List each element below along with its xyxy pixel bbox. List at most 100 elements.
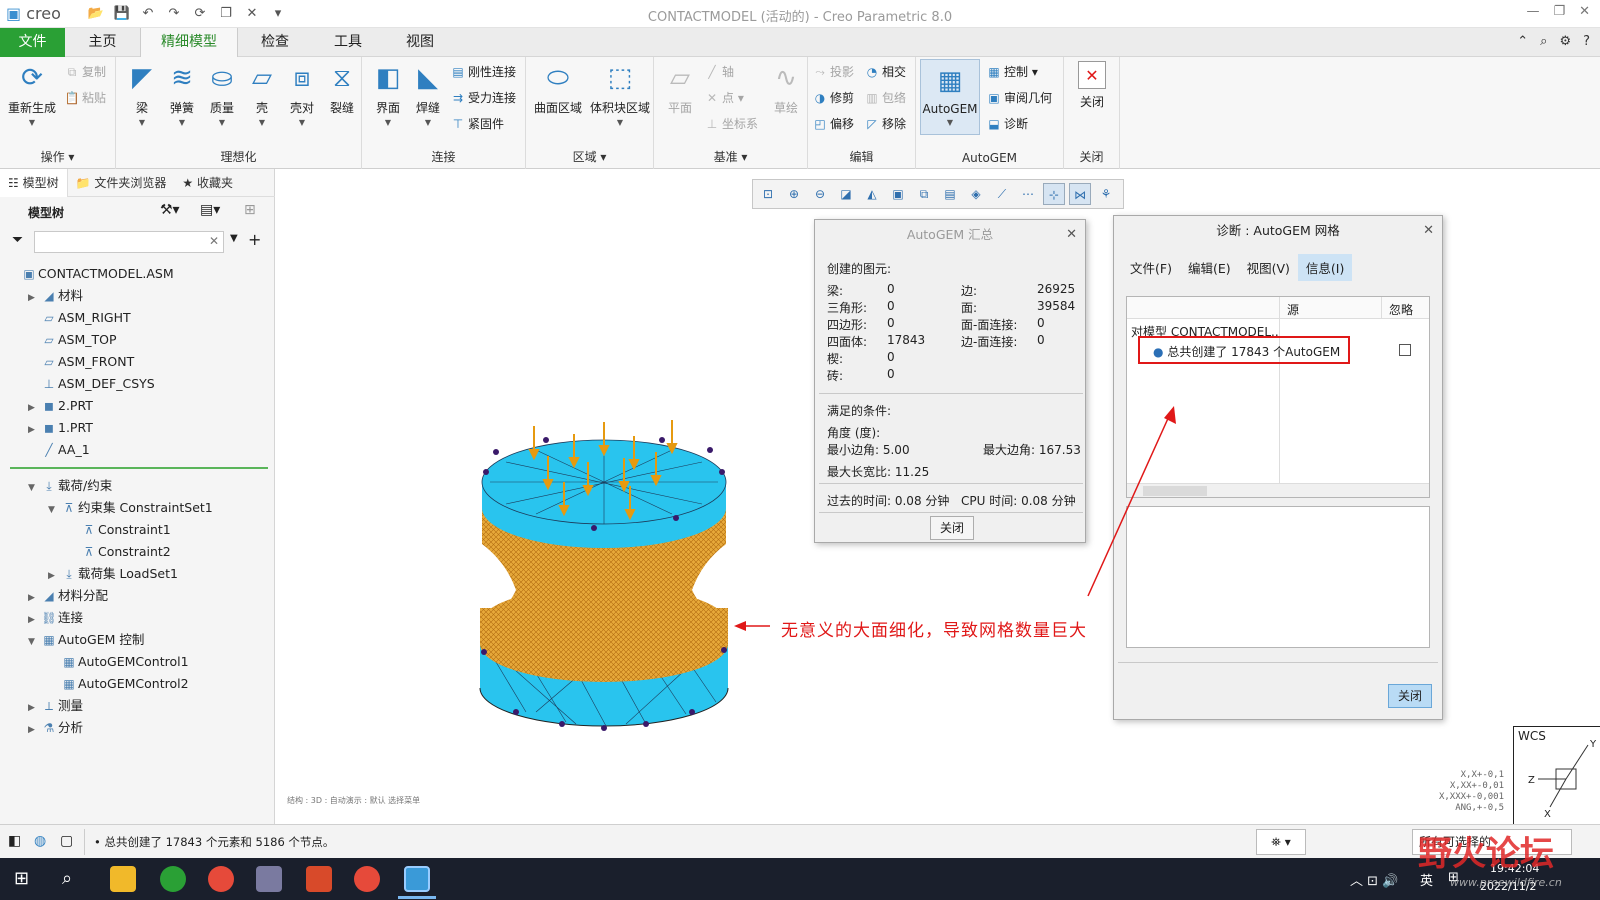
view-manager-icon[interactable]: ▤ <box>939 183 961 205</box>
chrome-icon[interactable] <box>208 866 234 892</box>
display-style-icon[interactable]: ▣ <box>887 183 909 205</box>
close-icon[interactable]: ✕ <box>1066 220 1077 250</box>
menu-file[interactable]: 文件(F) <box>1122 254 1180 281</box>
menu-info[interactable]: 信息(I) <box>1297 254 1353 281</box>
expand-toggle-icon[interactable]: ▶ <box>28 719 40 741</box>
search-icon[interactable]: ⌕ <box>62 868 72 889</box>
search-icon[interactable]: ⌕ <box>1540 34 1547 49</box>
help-icon[interactable]: ? <box>1583 34 1590 49</box>
mass-button[interactable]: ⛀ 质量 ▼ <box>200 61 244 127</box>
tab-favorites[interactable]: ★ 收藏夹 <box>174 169 241 197</box>
project-button[interactable]: ⤳ 投影 <box>812 61 854 83</box>
axis-button[interactable]: ╱ 轴 <box>704 61 734 83</box>
expand-toggle-icon[interactable]: ▶ <box>28 697 40 719</box>
weighted-link-button[interactable]: ⇉ 受力连接 <box>450 87 516 109</box>
group-label-region[interactable]: 区域 ▾ <box>526 148 653 165</box>
shell-button[interactable]: ▱ 壳 ▼ <box>240 61 284 127</box>
find-button[interactable]: ⛯ ▾ <box>1256 829 1306 855</box>
perspective-icon[interactable]: ◭ <box>861 183 883 205</box>
volume-region-button[interactable]: ⬚ 体积块区域 ▼ <box>588 61 652 127</box>
tree-item[interactable]: ▱ ASM_RIGHT <box>0 307 130 329</box>
tree-filter-menu-icon[interactable]: ▤▾ <box>200 202 220 218</box>
tab-folder-browser[interactable]: 📁 文件夹浏览器 <box>68 169 175 197</box>
point-button[interactable]: ✕ 点 ▾ <box>704 87 744 109</box>
close-icon[interactable]: ✕ <box>1579 4 1590 19</box>
mesh-model[interactable] <box>476 412 732 748</box>
windows-start-icon[interactable]: ⊞ <box>14 868 29 889</box>
trim-button[interactable]: ◑ 修剪 <box>812 87 854 109</box>
tree-item[interactable]: ▦ AutoGEMControl1 <box>0 651 188 673</box>
office-icon[interactable] <box>306 866 332 892</box>
tree-item[interactable]: ⊼ Constraint1 <box>0 519 171 541</box>
mesh-display-icon[interactable]: ⋈ <box>1069 183 1091 205</box>
copy-button[interactable]: ⧉ 复制 <box>64 61 106 83</box>
expand-toggle-icon[interactable]: ▼ <box>28 631 40 653</box>
expand-toggle-icon[interactable]: ▶ <box>28 587 40 609</box>
ignore-checkbox[interactable] <box>1399 344 1411 356</box>
tree-item[interactable]: ▣ CONTACTMODEL.ASM <box>0 263 173 285</box>
menu-edit[interactable]: 编辑(E) <box>1180 254 1239 281</box>
intersect-button[interactable]: ◔ 相交 <box>864 61 906 83</box>
fullscreen-toggle-icon[interactable]: ▢ <box>60 833 73 849</box>
simulation-display-icon[interactable]: ⚘ <box>1095 183 1117 205</box>
expand-toggle-icon[interactable]: ▶ <box>28 287 40 309</box>
tree-item[interactable]: ▶ ◼ 2.PRT <box>0 395 93 417</box>
minimize-icon[interactable]: — <box>1526 4 1539 19</box>
repaint-icon[interactable]: ◪ <box>835 183 857 205</box>
csys-button[interactable]: ⊥ 坐标系 <box>704 113 758 135</box>
group-label-operations[interactable]: 操作 ▾ <box>0 148 115 165</box>
plane-button[interactable]: ▱ 平面 <box>658 61 702 116</box>
autogem-control-button[interactable]: ▦ 控制 ▾ <box>986 61 1038 83</box>
creo-taskbar-icon[interactable] <box>404 866 430 892</box>
interface-button[interactable]: ◧ 界面 ▼ <box>366 61 410 127</box>
app-green-icon[interactable] <box>160 866 186 892</box>
search-options-icon[interactable]: ▼ <box>230 233 238 244</box>
diagnostics-button[interactable]: ⬓ 诊断 <box>986 113 1028 135</box>
browser-toggle-icon[interactable]: ◍ <box>34 833 46 849</box>
tree-item[interactable]: ▼ ⊼ 约束集 ConstraintSet1 <box>0 497 213 519</box>
regenerate-button[interactable]: ⟳ 重新生成 ▼ <box>6 61 58 127</box>
remove-button[interactable]: ◸ 移除 <box>864 113 906 135</box>
app-icon[interactable] <box>256 866 282 892</box>
navigator-toggle-icon[interactable]: ◧ <box>8 833 21 849</box>
tab-file[interactable]: 文件 <box>0 28 65 57</box>
tab-tools[interactable]: 工具 <box>312 28 384 57</box>
datum-display-icon[interactable]: ⋯ <box>1017 183 1039 205</box>
review-geometry-button[interactable]: ▣ 审阅几何 <box>986 87 1052 109</box>
collapse-ribbon-icon[interactable]: ⌃ <box>1517 34 1528 49</box>
maximize-icon[interactable]: ❐ <box>1553 4 1565 19</box>
offset-button[interactable]: ◰ 偏移 <box>812 113 854 135</box>
clear-icon[interactable]: ✕ <box>209 234 219 248</box>
group-label-datum[interactable]: 基准 ▾ <box>654 148 807 165</box>
diagnostics-close-button[interactable]: 关闭 <box>1388 684 1432 708</box>
tree-settings-icon[interactable]: ⚒▾ <box>160 202 180 218</box>
expand-toggle-icon[interactable]: ▶ <box>48 565 60 587</box>
tree-item[interactable]: ╱ AA_1 <box>0 439 89 461</box>
tree-item[interactable]: ▶ ⟂ 测量 <box>0 695 83 717</box>
wrap-button[interactable]: ▥ 包络 <box>864 87 906 109</box>
file-explorer-icon[interactable] <box>110 866 136 892</box>
tree-item[interactable]: ⊥ ASM_DEF_CSYS <box>0 373 155 395</box>
paste-button[interactable]: 📋 粘贴 <box>64 87 107 109</box>
tree-item[interactable]: ▼ ▦ AutoGEM 控制 <box>0 629 144 651</box>
zoom-out-icon[interactable]: ⊖ <box>809 183 831 205</box>
settings-icon[interactable]: ⚙ <box>1559 34 1571 49</box>
expand-toggle-icon[interactable]: ▶ <box>28 609 40 631</box>
tray-icons[interactable]: ︿ ⊡ 🔊 <box>1350 870 1398 889</box>
tree-item[interactable]: ▦ AutoGEMControl2 <box>0 673 188 695</box>
autogem-button[interactable]: ▦ AutoGEM ▼ <box>920 59 980 135</box>
expand-toggle-icon[interactable]: ▼ <box>48 499 60 521</box>
tree-columns-icon[interactable]: ⊞ <box>244 202 256 218</box>
tree-item[interactable]: ▱ ASM_TOP <box>0 329 116 351</box>
annotation-display-icon[interactable]: ⟋ <box>991 183 1013 205</box>
saved-views-icon[interactable]: ⧉ <box>913 183 935 205</box>
crack-button[interactable]: ⧖ 裂缝 <box>320 61 364 116</box>
tab-home[interactable]: 主页 <box>65 28 140 57</box>
tab-view[interactable]: 视图 <box>384 28 456 57</box>
zoom-in-icon[interactable]: ⊕ <box>783 183 805 205</box>
tab-inspect[interactable]: 检查 <box>238 28 312 57</box>
add-icon[interactable]: + <box>248 230 261 249</box>
tab-model-tree[interactable]: ☷ 模型树 <box>0 169 68 197</box>
tree-item[interactable]: ▶ ⚗ 分析 <box>0 717 83 739</box>
shell-pair-button[interactable]: ⧈ 壳对 ▼ <box>280 61 324 127</box>
